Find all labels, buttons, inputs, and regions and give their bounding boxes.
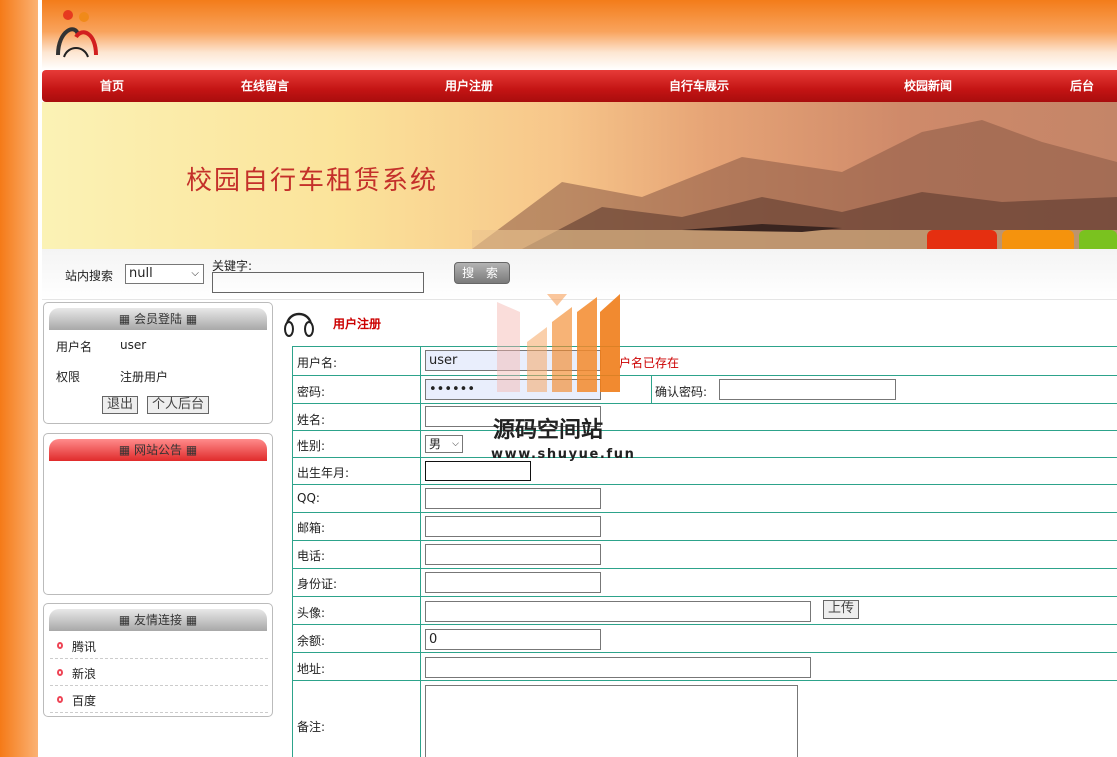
balance-field[interactable]: 0 [425,629,601,650]
form-row-gender: 性别: 男 ⌵ [292,431,1117,458]
nav-home[interactable]: 首页 [100,70,124,102]
grid-icon: ▦ [185,613,198,627]
confirm-password-label: 确认密码: [655,385,708,399]
main-nav: 首页 在线留言 用户注册 自行车展示 校园新闻 后台 [42,70,1117,102]
friend-link-label: 腾讯 [72,640,97,654]
qq-field[interactable] [425,488,601,509]
form-row-password: 密码: •••••• 确认密码: [292,376,1117,404]
form-row-birth: 出生年月: [292,458,1117,485]
form-row-name: 姓名: [292,404,1117,431]
idcard-field[interactable] [425,572,601,593]
friend-link-label: 新浪 [72,667,97,681]
watermark-title: 源码空间站 [493,418,604,443]
nav-register[interactable]: 用户注册 [445,70,493,102]
grid-icon: ▦ [185,443,198,457]
confirm-password-field[interactable] [719,379,896,400]
bullet-icon [57,642,63,649]
gender-select[interactable]: 男 ⌵ [425,435,463,453]
grid-icon: ▦ [118,443,131,457]
login-box-title: 会员登陆 [133,312,182,326]
friend-link-label: 百度 [72,694,97,708]
register-form: 用户名: user 户名已存在 密码: •••••• 确认密码: 姓名: 性别:… [292,346,1117,757]
form-row-qq: QQ: [292,485,1117,513]
form-row-avatar: 头像: 上传 [292,597,1117,625]
notice-box: ▦ 网站公告 ▦ [43,433,273,595]
remark-field-label: 备注: [297,720,326,734]
chevron-down-icon: ⌵ [191,268,199,279]
username-field-label: 用户名: [297,356,338,370]
phone-field[interactable] [425,544,601,565]
banner-title: 校园自行车租赁系统 [186,166,439,196]
form-row-address: 地址: [292,653,1117,681]
login-box-header: ▦ 会员登陆 ▦ [49,308,267,330]
role-value: 注册用户 [120,370,169,384]
phone-field-label: 电话: [297,549,326,563]
balance-field-label: 余额: [297,634,326,648]
page-title: 用户注册 [333,317,382,331]
form-row-email: 邮箱: [292,513,1117,541]
links-box-header: ▦ 友情连接 ▦ [49,609,267,631]
friend-link[interactable]: 新浪 [50,659,268,686]
headphone-icon [284,312,314,337]
qq-field-label: QQ: [297,491,320,505]
banner-tab-green [1079,230,1117,249]
banner-tab-orange [1002,230,1074,249]
friend-links-box: ▦ 友情连接 ▦ 腾讯 新浪 百度 [43,603,273,717]
header [42,0,1117,70]
form-row-remark: 备注: [292,681,1117,757]
grid-icon: ▦ [118,613,131,627]
search-button[interactable]: 搜 索 [454,262,510,284]
nav-admin[interactable]: 后台 [1070,70,1094,102]
name-field-label: 姓名: [297,413,326,427]
nav-messages[interactable]: 在线留言 [241,70,289,102]
form-row-phone: 电话: [292,541,1117,569]
search-select-value: null [129,266,153,281]
address-field[interactable] [425,657,811,678]
search-label: 站内搜索 [65,269,114,283]
remark-textarea[interactable] [425,685,798,757]
banner: 校园自行车租赁系统 [42,102,1117,249]
notice-box-header: ▦ 网站公告 ▦ [49,439,267,461]
page: 首页 在线留言 用户注册 自行车展示 校园新闻 后台 校园自行车租赁系统 站内搜… [42,0,1117,757]
form-row-idcard: 身份证: [292,569,1117,597]
password-field-label: 密码: [297,385,326,399]
logout-button[interactable]: 退出 [102,396,139,414]
role-label: 权限 [56,370,81,384]
email-field-label: 邮箱: [297,521,326,535]
form-row-username: 用户名: user 户名已存在 [292,347,1117,376]
nav-news[interactable]: 校园新闻 [904,70,952,102]
avatar-path-field[interactable] [425,601,811,622]
idcard-field-label: 身份证: [297,577,338,591]
watermark-url: www.shuyue.fun [491,447,636,462]
birth-field-label: 出生年月: [297,466,350,480]
gender-field-label: 性别: [297,439,326,453]
bullet-icon [57,669,63,676]
grid-icon: ▦ [185,312,198,326]
notice-box-title: 网站公告 [133,443,182,457]
banner-tab-red [927,230,997,249]
friend-link[interactable]: 腾讯 [50,632,268,659]
form-row-balance: 余额: 0 [292,625,1117,653]
search-category-select[interactable]: null ⌵ [125,264,204,284]
login-box: ▦ 会员登陆 ▦ 用户名 user 权限 注册用户 退出 个人后台 [43,302,273,424]
chevron-down-icon: ⌵ [452,439,459,449]
email-field[interactable] [425,516,601,537]
nav-bikes[interactable]: 自行车展示 [669,70,729,102]
personal-admin-button[interactable]: 个人后台 [147,396,210,414]
upload-button[interactable]: 上传 [823,600,860,619]
friend-link[interactable]: 百度 [50,686,268,713]
keyword-input[interactable] [212,272,424,293]
links-box-title: 友情连接 [133,613,182,627]
username-label: 用户名 [56,340,93,354]
site-logo-icon [56,10,98,58]
avatar-field-label: 头像: [297,606,326,620]
address-field-label: 地址: [297,662,326,676]
gender-select-value: 男 [429,437,442,451]
username-value: user [120,338,147,352]
bullet-icon [57,696,63,703]
grid-icon: ▦ [118,312,131,326]
